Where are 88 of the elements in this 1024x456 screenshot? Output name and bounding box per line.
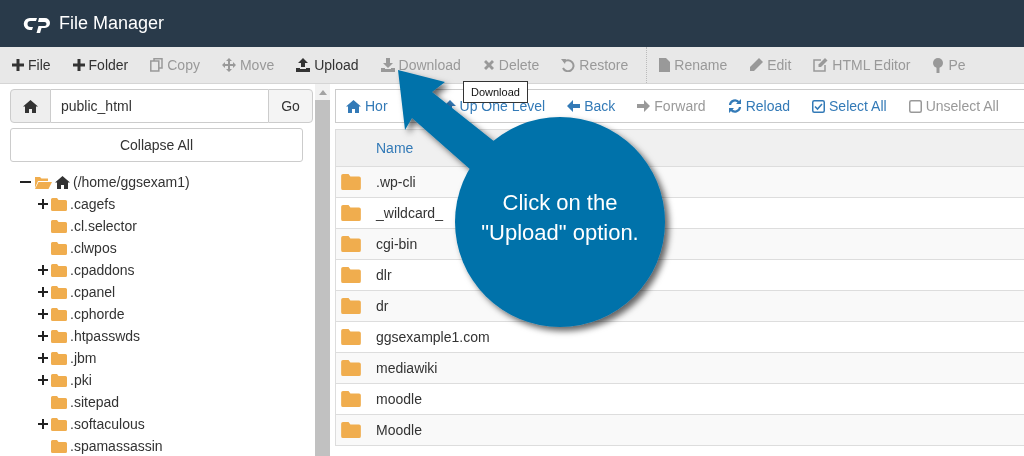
download-icon — [380, 58, 395, 72]
expand-icon[interactable] — [38, 331, 48, 341]
plus-icon — [72, 59, 85, 71]
folder-icon — [51, 329, 67, 343]
tree-item[interactable]: .sitepad — [70, 394, 120, 410]
folder-icon — [51, 241, 67, 255]
expand-icon[interactable] — [38, 353, 48, 363]
file-name[interactable]: _wildcard_ — [376, 205, 443, 221]
upload-icon — [296, 58, 311, 72]
undo-icon — [561, 58, 576, 72]
file-name[interactable]: cgi-bin — [376, 236, 418, 252]
folder-icon — [51, 351, 67, 365]
expand-icon[interactable] — [38, 375, 48, 385]
close-icon — [482, 59, 495, 71]
expand-icon[interactable] — [38, 309, 48, 319]
file-icon — [659, 58, 671, 72]
toolbar-button[interactable]: Upload — [292, 57, 369, 73]
home-icon — [55, 175, 70, 189]
checkbox-icon — [908, 99, 922, 113]
copy-icon — [150, 58, 164, 72]
left-arrow-icon — [567, 100, 581, 112]
nav-button[interactable]: Reload — [723, 98, 799, 114]
tree-item[interactable]: .htpasswds — [70, 328, 141, 344]
home-button[interactable] — [10, 89, 51, 123]
expand-icon[interactable] — [38, 199, 48, 209]
move-icon — [221, 58, 236, 72]
folder-open-icon — [35, 175, 52, 189]
nav-button[interactable]: Back — [563, 98, 624, 114]
folder-icon — [341, 360, 361, 376]
expand-icon[interactable] — [38, 419, 48, 429]
expand-icon[interactable] — [38, 287, 48, 297]
home-icon — [23, 99, 38, 113]
column-header[interactable]: Name — [376, 140, 414, 156]
right-arrow-icon — [637, 100, 651, 112]
tree-item[interactable]: .pki — [70, 372, 92, 388]
toolbar-button[interactable]: File — [8, 57, 61, 73]
expand-icon[interactable] — [38, 265, 48, 275]
collapse-all-button[interactable]: Collapse All — [10, 128, 303, 162]
toolbar-button[interactable]: Folder — [68, 57, 139, 73]
scrollbar[interactable] — [315, 84, 330, 456]
nav-button[interactable]: Hor — [342, 98, 396, 114]
path-field[interactable]: public_html — [51, 89, 268, 123]
folder-icon — [341, 422, 361, 438]
folder-icon — [341, 298, 361, 314]
file-name[interactable]: mediawiki — [376, 360, 438, 376]
folder-icon — [341, 174, 361, 190]
folder-icon — [341, 329, 361, 345]
key-icon — [932, 57, 945, 73]
tree-item[interactable]: .cpanel — [70, 284, 116, 300]
tree-item[interactable]: .cl.selector — [70, 218, 137, 234]
tree-item[interactable]: .softaculous — [70, 416, 145, 432]
file-name[interactable]: dr — [376, 298, 389, 314]
home-icon — [346, 99, 361, 113]
folder-icon — [51, 373, 67, 387]
tree-item[interactable]: .jbm — [70, 350, 97, 366]
tree-item[interactable]: .cphorde — [70, 306, 125, 322]
nav-button[interactable]: Select All — [808, 98, 895, 114]
file-name[interactable]: dlr — [376, 267, 392, 283]
folder-icon — [341, 236, 361, 252]
folder-icon — [341, 267, 361, 283]
file-name[interactable]: ggsexample1.com — [376, 329, 490, 345]
pencil-icon — [749, 58, 764, 72]
callout-text: Click on the "Upload" option. — [480, 189, 640, 247]
tree-item[interactable]: (/home/ggsexam1) — [73, 174, 190, 190]
folder-icon — [51, 439, 67, 453]
folder-icon — [51, 285, 67, 299]
tooltip: Download — [463, 81, 528, 103]
folder-icon — [51, 417, 67, 431]
folder-icon — [341, 391, 361, 407]
app-title: File Manager — [59, 13, 165, 34]
folder-icon — [341, 205, 361, 221]
reload-icon — [727, 99, 742, 113]
folder-icon — [51, 395, 67, 409]
tree-item[interactable]: .cagefs — [70, 196, 116, 212]
file-name[interactable]: moodle — [376, 391, 422, 407]
folder-icon — [51, 219, 67, 233]
edit-icon — [813, 58, 829, 72]
tree-item[interactable]: .cpaddons — [70, 262, 135, 278]
folder-icon — [51, 263, 67, 277]
folder-icon — [51, 197, 67, 211]
tree-item[interactable]: .clwpos — [70, 240, 117, 256]
tree-item[interactable]: .spamassassin — [70, 438, 163, 454]
plus-icon — [12, 59, 24, 71]
folder-icon — [51, 307, 67, 321]
checkbox-checked-icon — [812, 99, 826, 113]
file-name[interactable]: .wp-cli — [376, 174, 416, 190]
file-name[interactable]: Moodle — [376, 422, 422, 438]
go-button[interactable]: Go — [268, 89, 313, 123]
